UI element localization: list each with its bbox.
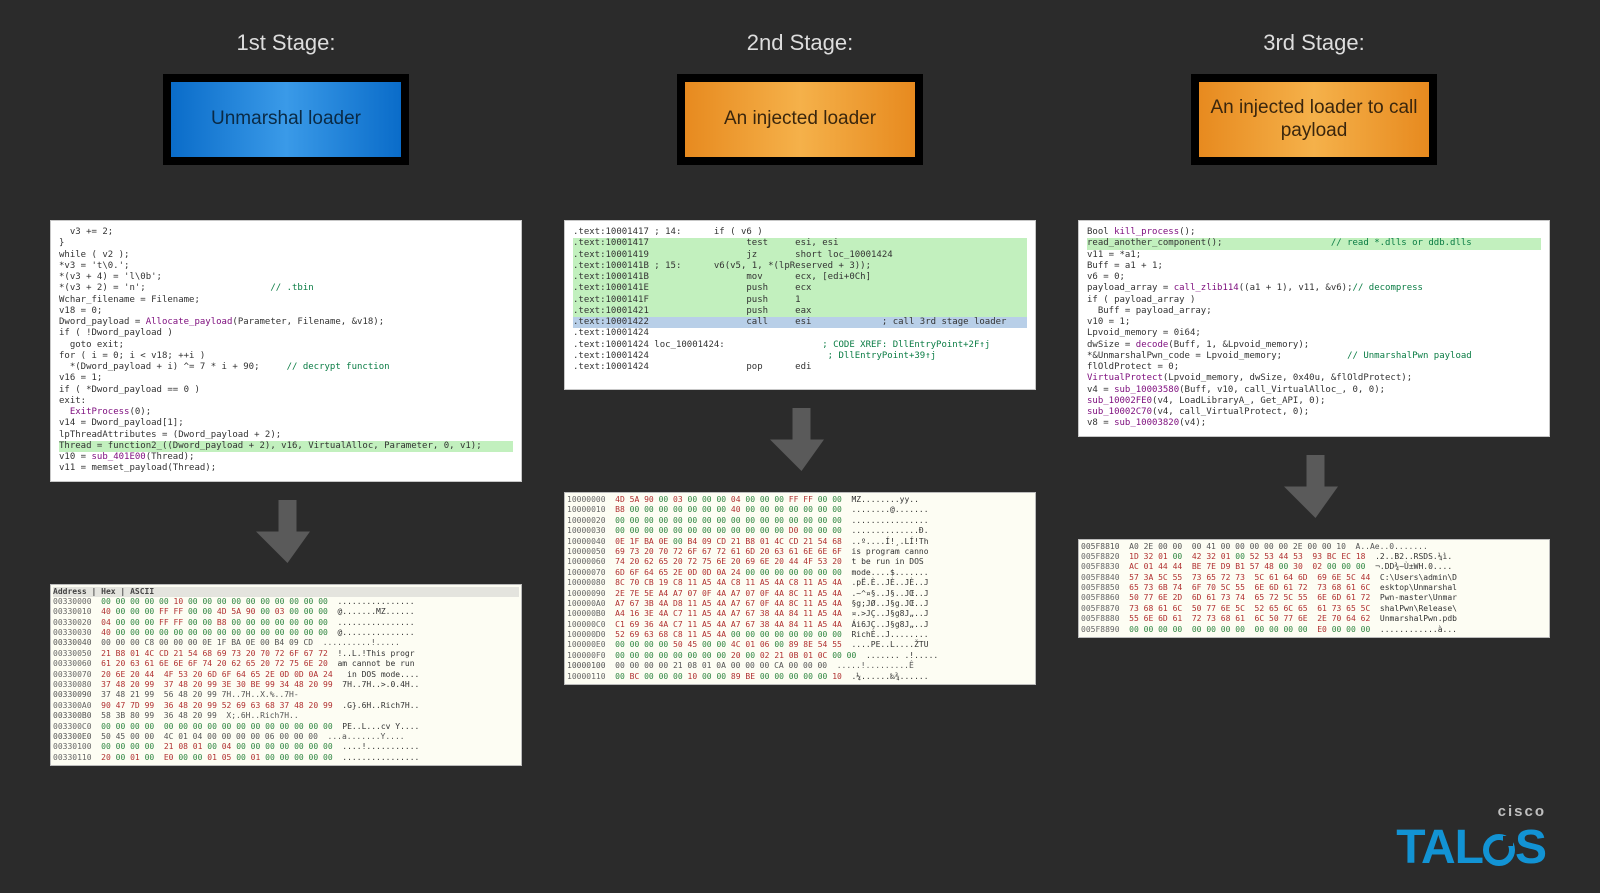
stage-3-title: 3rd Stage:	[1263, 30, 1365, 56]
stage-2-title: 2nd Stage:	[747, 30, 853, 56]
arrow-down-icon	[1279, 455, 1349, 525]
stage-1-title: 1st Stage:	[236, 30, 335, 56]
stage-3-column: 3rd Stage: An injected loader to call pa…	[1078, 30, 1550, 766]
stage-3-badge-frame: An injected loader to call payload	[1191, 74, 1437, 165]
stage-2-badge: An injected loader	[685, 82, 915, 157]
stage-2-hex-pane: 10000000 4D 5A 90 00 03 00 00 00 04 00 0…	[564, 492, 1036, 685]
stage-3-badge: An injected loader to call payload	[1199, 82, 1429, 157]
brand-talos: TALS	[1396, 820, 1546, 875]
stage-3-code-pane: Bool kill_process(); read_another_compon…	[1078, 220, 1550, 437]
stage-1-column: 1st Stage: Unmarshal loader v3 += 2; } w…	[50, 30, 522, 766]
stage-1-badge: Unmarshal loader	[171, 82, 401, 157]
brand-cisco: cisco	[1396, 803, 1546, 820]
talos-o-icon	[1483, 834, 1515, 866]
arrow-down-icon	[765, 408, 835, 478]
stage-1-badge-frame: Unmarshal loader	[163, 74, 409, 165]
stage-1-hex-pane: Address | Hex | ASCII00330000 00 00 00 0…	[50, 584, 522, 767]
stage-2-badge-frame: An injected loader	[677, 74, 923, 165]
stage-2-code-pane: .text:10001417 ; 14: if ( v6 ) .text:100…	[564, 220, 1036, 390]
stage-2-column: 2nd Stage: An injected loader .text:1000…	[564, 30, 1036, 766]
brand-logo: cisco TALS	[1396, 803, 1546, 875]
stage-3-hex-pane: 005F8810 A0 2E 00 00 00 41 00 00 00 00 0…	[1078, 539, 1550, 639]
stage-1-code-pane: v3 += 2; } while ( v2 ); *v3 = 't\0.'; *…	[50, 220, 522, 482]
arrow-down-icon	[251, 500, 321, 570]
